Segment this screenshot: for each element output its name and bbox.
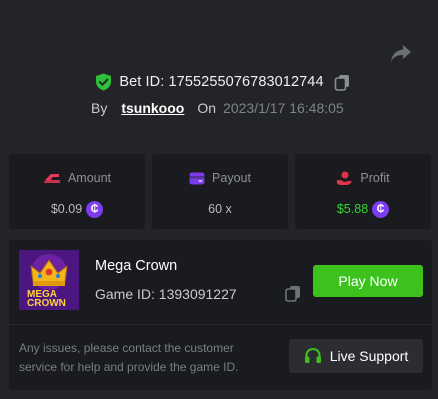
payout-card: Payout 60 x xyxy=(152,154,288,229)
shield-check-icon xyxy=(96,73,112,91)
amount-value: $0.09 xyxy=(50,202,83,216)
payout-value: 60 x xyxy=(208,202,232,216)
username-link[interactable]: tsunkooo xyxy=(121,100,184,116)
on-label: On xyxy=(197,100,217,116)
coin-icon: ₵ xyxy=(372,200,390,218)
by-label: By xyxy=(91,100,108,116)
game-thumbnail[interactable]: MEGA CROWN xyxy=(19,250,79,310)
game-id: Game ID: 1393091227 xyxy=(95,286,237,302)
copy-icon[interactable] xyxy=(285,285,301,302)
game-name: Mega Crown xyxy=(95,258,178,274)
crown-logo: MEGA CROWN xyxy=(19,250,79,310)
bet-meta-row: By tsunkooo On 2023/1/17 16:48:05 xyxy=(91,98,344,118)
support-message: Any issues, please contact the customer … xyxy=(19,341,239,374)
thumb-title-2: CROWN xyxy=(27,298,66,309)
live-support-button[interactable]: Live Support xyxy=(289,339,423,373)
headset-icon xyxy=(304,347,321,363)
game-card: MEGA CROWN Mega Crown Game ID: 139309122… xyxy=(9,240,432,390)
coin-icon: ₵ xyxy=(86,200,104,218)
wallet-icon xyxy=(189,172,205,184)
bet-date: 2023/1/17 16:48:05 xyxy=(223,100,344,116)
payout-label: Payout xyxy=(212,171,251,185)
play-now-button[interactable]: Play Now xyxy=(313,265,423,297)
amount-icon xyxy=(43,174,60,183)
copy-icon[interactable] xyxy=(334,74,351,91)
amount-card: Amount $0.09 ₵ xyxy=(9,154,145,229)
bet-detail-panel: Bet ID: 1755255076783012744 By tsunkooo … xyxy=(0,0,438,399)
bet-id-text: Bet ID: 1755255076783012744 xyxy=(119,74,324,90)
profit-card: Profit $5.88 ₵ xyxy=(295,154,431,229)
profit-value: $5.88 xyxy=(336,202,369,216)
bet-id-row: Bet ID: 1755255076783012744 xyxy=(0,71,438,93)
live-support-label: Live Support xyxy=(329,348,409,364)
profit-hand-icon xyxy=(337,171,353,185)
amount-label: Amount xyxy=(67,171,112,185)
profit-label: Profit xyxy=(360,171,390,185)
share-icon[interactable] xyxy=(389,42,413,64)
divider xyxy=(9,324,432,325)
